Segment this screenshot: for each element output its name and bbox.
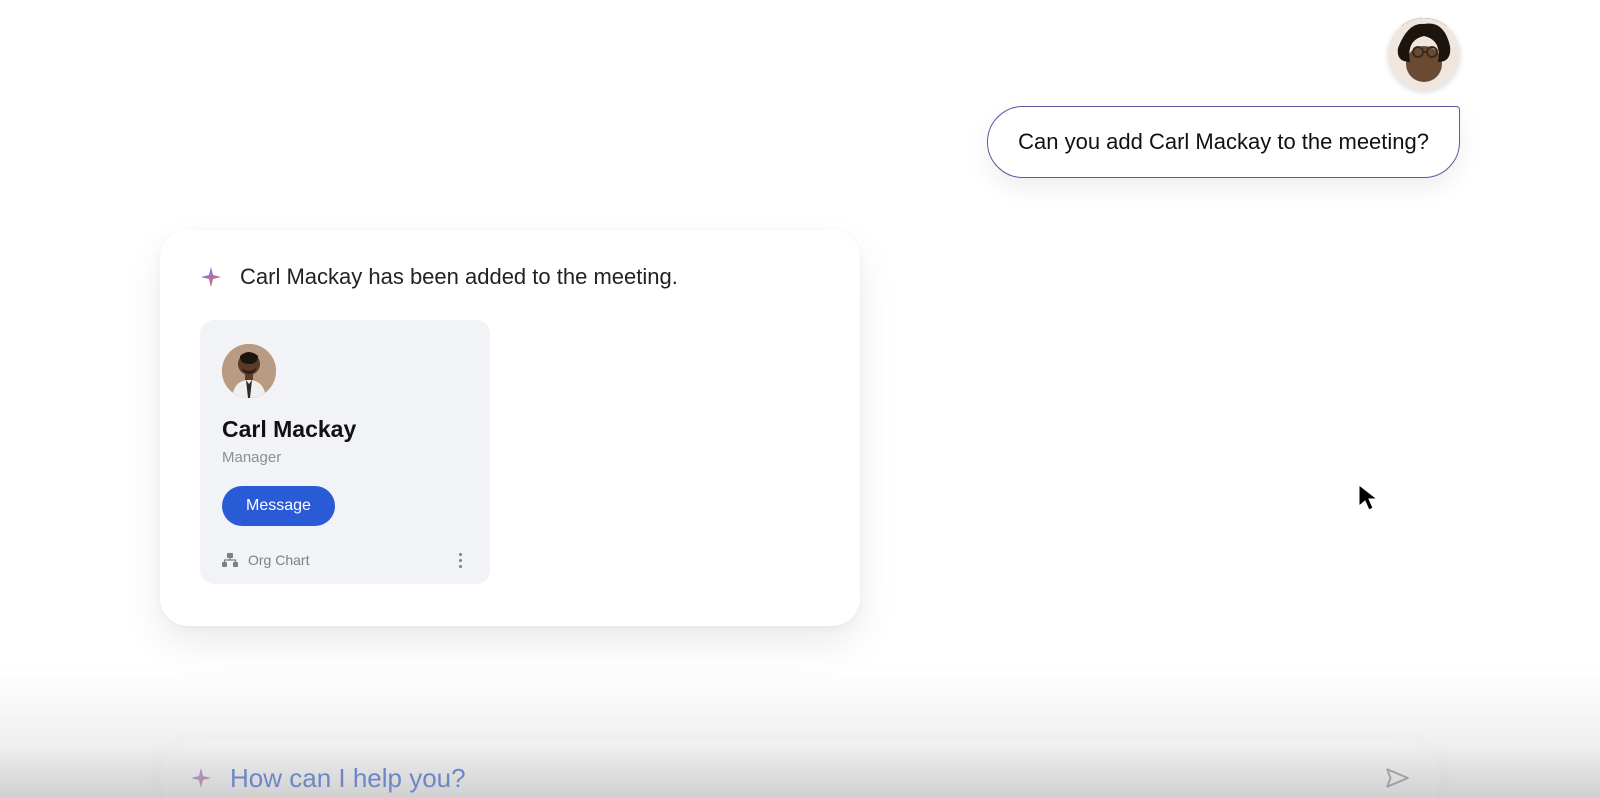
prompt-input-bar[interactable]: How can I help you? — [160, 739, 1440, 797]
user-avatar-image — [1388, 18, 1460, 90]
user-message-bubble: Can you add Carl Mackay to the meeting? — [987, 106, 1460, 178]
contact-role: Manager — [222, 449, 468, 466]
user-message-text: Can you add Carl Mackay to the meeting? — [1018, 129, 1429, 154]
sparkle-icon — [200, 266, 222, 288]
mouse-cursor-icon — [1358, 484, 1380, 512]
assistant-header: Carl Mackay has been added to the meetin… — [200, 264, 820, 290]
org-chart-link[interactable]: Org Chart — [222, 552, 309, 568]
contact-card: Carl Mackay Manager Message Org Chart — [200, 320, 490, 584]
contact-avatar-image — [222, 344, 276, 398]
message-button[interactable]: Message — [222, 486, 335, 526]
org-chart-label: Org Chart — [248, 552, 309, 568]
contact-card-footer: Org Chart — [222, 552, 468, 568]
contact-name: Carl Mackay — [222, 416, 468, 443]
send-icon[interactable] — [1384, 765, 1410, 791]
assistant-confirmation-text: Carl Mackay has been added to the meetin… — [240, 264, 678, 290]
more-options-button[interactable] — [452, 552, 468, 568]
sparkle-icon — [190, 767, 212, 789]
assistant-response-card: Carl Mackay has been added to the meetin… — [160, 230, 860, 626]
prompt-placeholder: How can I help you? — [230, 763, 1366, 794]
org-chart-icon — [222, 553, 238, 567]
user-avatar — [1388, 18, 1460, 90]
contact-avatar — [222, 344, 276, 398]
